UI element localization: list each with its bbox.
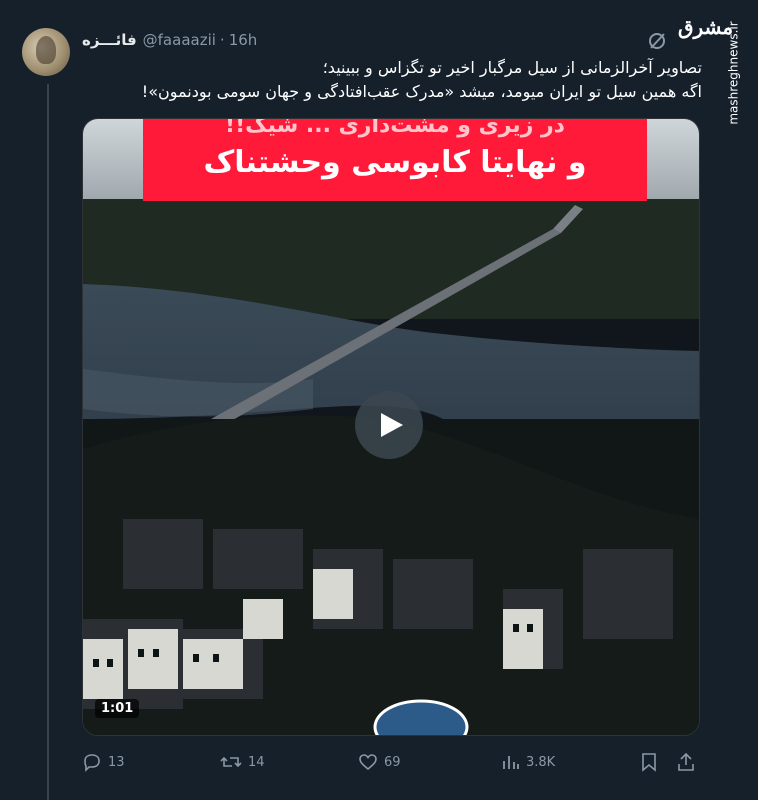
play-button[interactable] <box>355 391 423 459</box>
tweet-text: تصاویر آخرالزمانی از سیل مرگبار اخیر تو … <box>82 56 702 104</box>
video-caption-banner: در زیری و مشت‌داری ... شیک!! و نهایتا کا… <box>143 119 647 201</box>
repost-button[interactable]: 14 <box>220 748 265 776</box>
like-button[interactable]: 69 <box>358 748 401 776</box>
repost-icon <box>220 756 242 768</box>
video-player[interactable]: در زیری و مشت‌داری ... شیک!! و نهایتا کا… <box>82 118 700 736</box>
heart-icon <box>359 754 377 771</box>
views-icon <box>503 756 519 769</box>
views-count: 3.8K <box>526 754 556 770</box>
like-count: 69 <box>384 754 401 770</box>
caption-line-2: و نهایتا کابوسی وحشتناک <box>203 145 587 180</box>
repost-count: 14 <box>248 754 265 770</box>
watermark-url: mashreghnews.ir <box>726 21 741 125</box>
video-duration: 1:01 <box>95 699 140 718</box>
bookmark-icon <box>642 753 656 772</box>
separator: · <box>219 31 225 49</box>
watermark-logo: مشرق <box>678 15 734 39</box>
views-button[interactable]: 3.8K <box>502 748 555 776</box>
tweet-text-line-1: تصاویر آخرالزمانی از سیل مرگبار اخیر تو … <box>322 58 702 77</box>
display-name[interactable]: فائـــزه <box>82 31 137 49</box>
tweet-text-line-2: اگه همین سیل تو ایران میومد، میشد «مدرک … <box>141 82 702 101</box>
caption-line-1: در زیری و مشت‌داری ... شیک!! <box>225 118 565 138</box>
bookmark-button[interactable] <box>640 748 664 776</box>
grok-icon[interactable] <box>646 30 668 52</box>
reply-button[interactable]: 13 <box>82 748 125 776</box>
share-icon <box>678 752 694 771</box>
timestamp[interactable]: 16h <box>229 31 258 49</box>
tweet-header: فائـــزه @faaaazii · 16h <box>82 30 257 50</box>
share-button[interactable] <box>676 748 702 776</box>
reply-icon <box>84 754 100 772</box>
reply-count: 13 <box>108 754 125 770</box>
action-bar: 13 14 69 3.8K <box>82 748 698 776</box>
avatar[interactable] <box>22 28 70 76</box>
handle[interactable]: @faaaazii <box>143 31 216 49</box>
thread-line <box>47 84 49 800</box>
play-icon <box>381 413 403 437</box>
